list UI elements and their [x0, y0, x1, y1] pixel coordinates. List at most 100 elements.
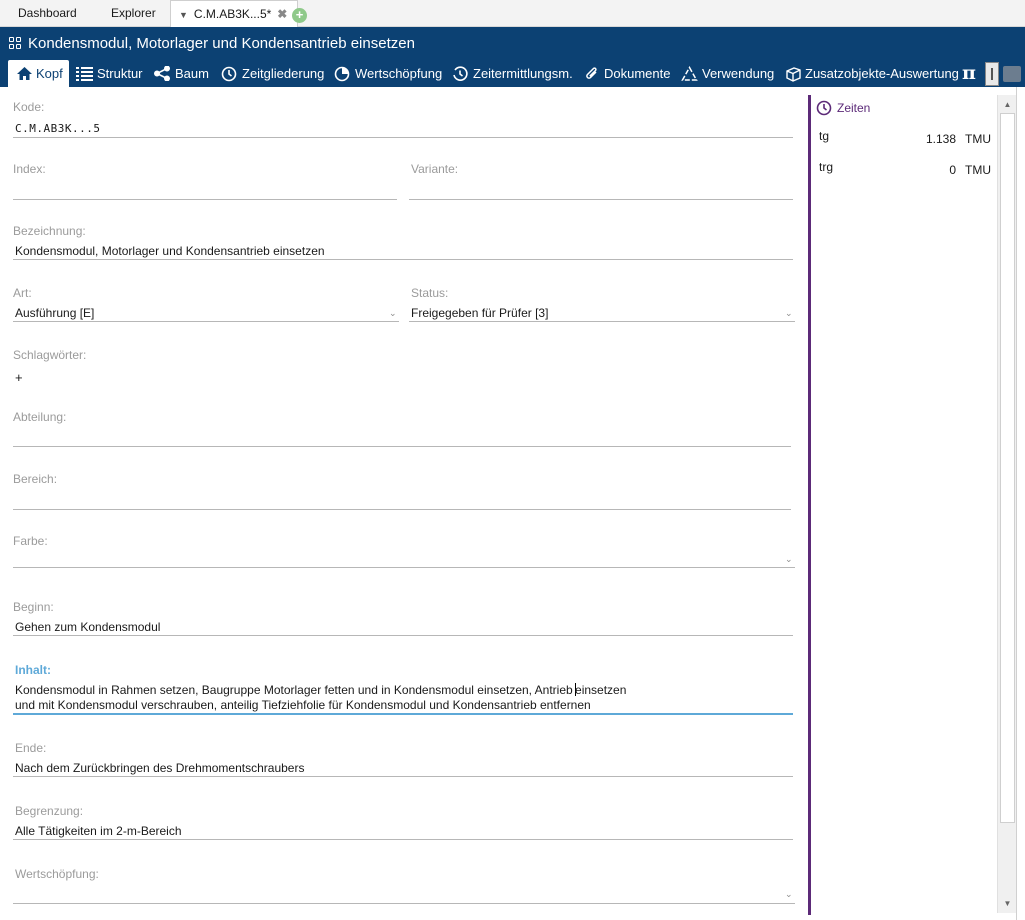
tab-active-document[interactable]: ▼ C.M.AB3K...5* ✖ — [170, 0, 299, 28]
begrenzung-value[interactable]: Alle Tätigkeiten im 2-m-Bereich — [15, 824, 182, 838]
kode-label: Kode: — [13, 100, 45, 114]
zeiten-unit: TMU — [965, 163, 991, 177]
add-keyword-button[interactable]: + — [15, 370, 23, 385]
scroll-up-icon[interactable]: ▲ — [1000, 97, 1015, 112]
beginn-value[interactable]: Gehen zum Kondensmodul — [15, 620, 160, 634]
pie-chart-icon — [334, 66, 350, 82]
index-field[interactable]: Index: — [13, 162, 397, 200]
tab-dashboard[interactable]: Dashboard — [18, 0, 77, 27]
inhalt-value-line2[interactable]: und mit Kondensmodul verschrauben, antei… — [15, 698, 591, 712]
inhalt-value-line1[interactable]: Kondensmodul in Rahmen setzen, Baugruppe… — [15, 683, 626, 697]
chevron-down-icon[interactable]: ⌄ — [785, 554, 793, 565]
tab-zeitermittlung-label: Zeitermittlungsm. — [473, 66, 573, 81]
recycle-icon — [681, 66, 698, 81]
inhalt-text-b: einsetzen — [575, 683, 627, 697]
home-icon — [17, 67, 32, 80]
tab-verwendung-label: Verwendung — [702, 66, 775, 81]
header-form: Kode: C.M.AB3K...5 Index: Variante: Beze… — [0, 87, 808, 920]
farbe-select[interactable]: Farbe: ⌄ — [13, 534, 795, 570]
toolbar-scroll-button[interactable] — [985, 62, 999, 86]
tab-explorer[interactable]: Explorer — [111, 0, 156, 27]
zeiten-value: 1.138 — [925, 132, 956, 146]
ende-field[interactable]: Ende: Nach dem Zurückbringen des Drehmom… — [13, 741, 793, 779]
tab-dokumente-label: Dokumente — [604, 66, 671, 81]
zeiten-row-tg: tg 1.138 TMU — [819, 129, 991, 149]
tab-verwendung[interactable]: Verwendung — [681, 60, 775, 87]
vertical-scrollbar[interactable]: ▲ ▼ — [997, 95, 1016, 913]
tab-baum-label: Baum — [175, 66, 209, 81]
bezeichnung-value[interactable]: Kondensmodul, Motorlager und Kondensantr… — [15, 244, 325, 258]
page-title: Kondensmodul, Motorlager und Kondensantr… — [28, 35, 415, 52]
box-icon — [786, 67, 801, 82]
inhalt-label: Inhalt: — [15, 663, 51, 677]
variante-label: Variante: — [411, 162, 459, 176]
window-frame — [1016, 87, 1025, 920]
tab-wertschoepfung[interactable]: Wertschöpfung — [334, 60, 442, 87]
schlagwoerter-field: Schlagwörter: + — [13, 348, 793, 386]
zeiten-unit: TMU — [965, 132, 991, 146]
begrenzung-field[interactable]: Begrenzung: Alle Tätigkeiten im 2-m-Bere… — [13, 804, 793, 842]
tab-active-label: C.M.AB3K...5* — [193, 7, 272, 21]
zeiten-value: 0 — [949, 163, 956, 177]
inhalt-text-a: Kondensmodul in Rahmen setzen, Baugruppe… — [15, 683, 577, 697]
variante-field[interactable]: Variante: — [409, 162, 793, 200]
document-tab-bar: Dashboard Explorer ▼ C.M.AB3K...5* ✖ + — [0, 0, 1025, 28]
inhalt-field[interactable]: Inhalt: Kondensmodul in Rahmen setzen, B… — [13, 663, 793, 715]
kode-value[interactable]: C.M.AB3K...5 — [15, 122, 100, 135]
tab-zeitgliederung[interactable]: Zeitgliederung — [221, 60, 325, 87]
tab-kopf-label: Kopf — [36, 66, 63, 81]
tab-dokumente[interactable]: Dokumente — [584, 60, 670, 87]
zeiten-row-trg: trg 0 TMU — [819, 160, 991, 180]
scrollbar-thumb[interactable] — [1000, 113, 1015, 823]
tab-baum[interactable]: Baum — [154, 60, 209, 87]
zeiten-panel: Zeiten tg 1.138 TMU trg 0 TMU — [811, 95, 997, 915]
abteilung-field[interactable]: Abteilung: — [13, 410, 793, 448]
zeiten-key: trg — [819, 160, 834, 174]
tab-zusatzobjekte[interactable]: Zusatzobjekte-Auswertung — [785, 60, 959, 87]
schlagwoerter-label: Schlagwörter: — [13, 348, 87, 362]
ende-label: Ende: — [15, 741, 47, 755]
tab-kopf[interactable]: Kopf — [8, 60, 69, 87]
chevron-down-icon[interactable]: ⌄ — [389, 308, 397, 319]
abteilung-label: Abteilung: — [13, 410, 67, 424]
art-select[interactable]: Art: Ausführung [E] ⌄ — [13, 286, 399, 322]
pi-icon[interactable]: π — [962, 60, 976, 86]
zeiten-key: tg — [819, 129, 830, 143]
chevron-down-icon[interactable]: ⌄ — [785, 308, 793, 319]
window-title-bar: Kondensmodul, Motorlager und Kondensantr… — [0, 27, 1025, 60]
clock-icon — [221, 66, 237, 82]
close-icon[interactable]: ✖ — [277, 7, 287, 21]
bereich-label: Bereich: — [13, 472, 58, 486]
scroll-down-icon[interactable]: ▼ — [1000, 896, 1015, 911]
paperclip-icon — [586, 67, 597, 79]
add-tab-icon[interactable]: + — [292, 8, 307, 23]
bereich-field[interactable]: Bereich: — [13, 472, 793, 510]
art-value[interactable]: Ausführung [E] — [15, 306, 94, 320]
status-label: Status: — [411, 286, 449, 300]
tab-zeitgliederung-label: Zeitgliederung — [242, 66, 325, 81]
grid-icon — [9, 37, 22, 50]
begrenzung-label: Begrenzung: — [15, 804, 84, 818]
main-toolbar: Kopf Struktur Baum Zeitgliederung Wertsc… — [0, 60, 1025, 87]
tab-zusatzobjekte-label: Zusatzobjekte-Auswertung — [805, 66, 959, 81]
clock-icon — [816, 100, 832, 116]
bezeichnung-field[interactable]: Bezeichnung: Kondensmodul, Motorlager un… — [13, 224, 793, 262]
chevron-down-icon[interactable]: ▼ — [179, 10, 188, 20]
ende-value[interactable]: Nach dem Zurückbringen des Drehmomentsch… — [15, 761, 304, 775]
chevron-down-icon[interactable]: ⌄ — [785, 889, 793, 900]
tab-zeitermittlung[interactable]: Zeitermittlungsm. — [452, 60, 573, 87]
status-value[interactable]: Freigegeben für Prüfer [3] — [411, 306, 548, 320]
kode-field[interactable]: Kode: C.M.AB3K...5 — [13, 100, 793, 138]
art-label: Art: — [13, 286, 32, 300]
beginn-label: Beginn: — [13, 600, 54, 614]
share-tree-icon — [154, 66, 170, 81]
farbe-label: Farbe: — [13, 534, 48, 548]
index-label: Index: — [13, 162, 46, 176]
tab-explorer-label: Explorer — [111, 6, 156, 20]
status-select[interactable]: Status: Freigegeben für Prüfer [3] ⌄ — [409, 286, 795, 322]
wertschoepfung-label: Wertschöpfung: — [15, 867, 99, 881]
wertschoepfung-select[interactable]: Wertschöpfung: ⌄ — [13, 867, 795, 905]
beginn-field[interactable]: Beginn: Gehen zum Kondensmodul — [13, 600, 793, 638]
panel-toggle-icon[interactable] — [1003, 66, 1021, 82]
tab-struktur[interactable]: Struktur — [76, 60, 143, 87]
